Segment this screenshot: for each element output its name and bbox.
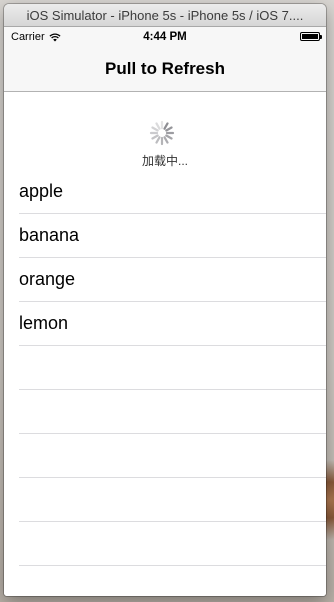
status-time: 4:44 PM: [143, 31, 187, 43]
navigation-bar: Pull to Refresh: [4, 47, 326, 92]
table-row-empty: [19, 522, 326, 566]
spinner-spoke: [165, 126, 173, 132]
table-row[interactable]: apple: [19, 170, 326, 214]
activity-spinner-icon: [149, 120, 175, 146]
table-row-label: lemon: [19, 313, 69, 333]
table-row-label: apple: [19, 181, 64, 201]
spinner-spoke: [155, 136, 161, 144]
table-row[interactable]: orange: [19, 258, 326, 302]
spinner-spoke: [165, 134, 173, 140]
spinner-spoke: [163, 122, 169, 130]
table-row-empty: [19, 478, 326, 522]
table-view[interactable]: apple banana orange lemon: [4, 170, 326, 566]
table-row-label: banana: [19, 225, 80, 245]
table-row[interactable]: banana: [19, 214, 326, 258]
spinner-spoke: [151, 134, 159, 140]
spinner-spoke: [155, 122, 161, 130]
spinner-spoke: [151, 126, 159, 132]
battery-icon: [300, 32, 322, 41]
nav-title: Pull to Refresh: [105, 59, 225, 78]
table-row-empty: [19, 346, 326, 390]
window-titlebar[interactable]: iOS Simulator - iPhone 5s - iPhone 5s / …: [4, 4, 326, 27]
pull-to-refresh-header: 加载中...: [4, 92, 326, 170]
simulator-window: iOS Simulator - iPhone 5s - iPhone 5s / …: [4, 4, 326, 596]
device-screen: Carrier 4:44 PM Pull to Refresh 加载中... a…: [4, 27, 326, 596]
table-row[interactable]: lemon: [19, 302, 326, 346]
window-title: iOS Simulator - iPhone 5s - iPhone 5s / …: [26, 7, 304, 23]
table-row-label: orange: [19, 269, 76, 289]
refresh-label: 加载中...: [141, 154, 188, 168]
table-row-empty: [19, 390, 326, 434]
spinner-spoke: [163, 136, 169, 144]
table-row-empty: [19, 434, 326, 478]
battery-fill: [302, 34, 318, 39]
status-bar: Carrier 4:44 PM: [4, 27, 326, 47]
